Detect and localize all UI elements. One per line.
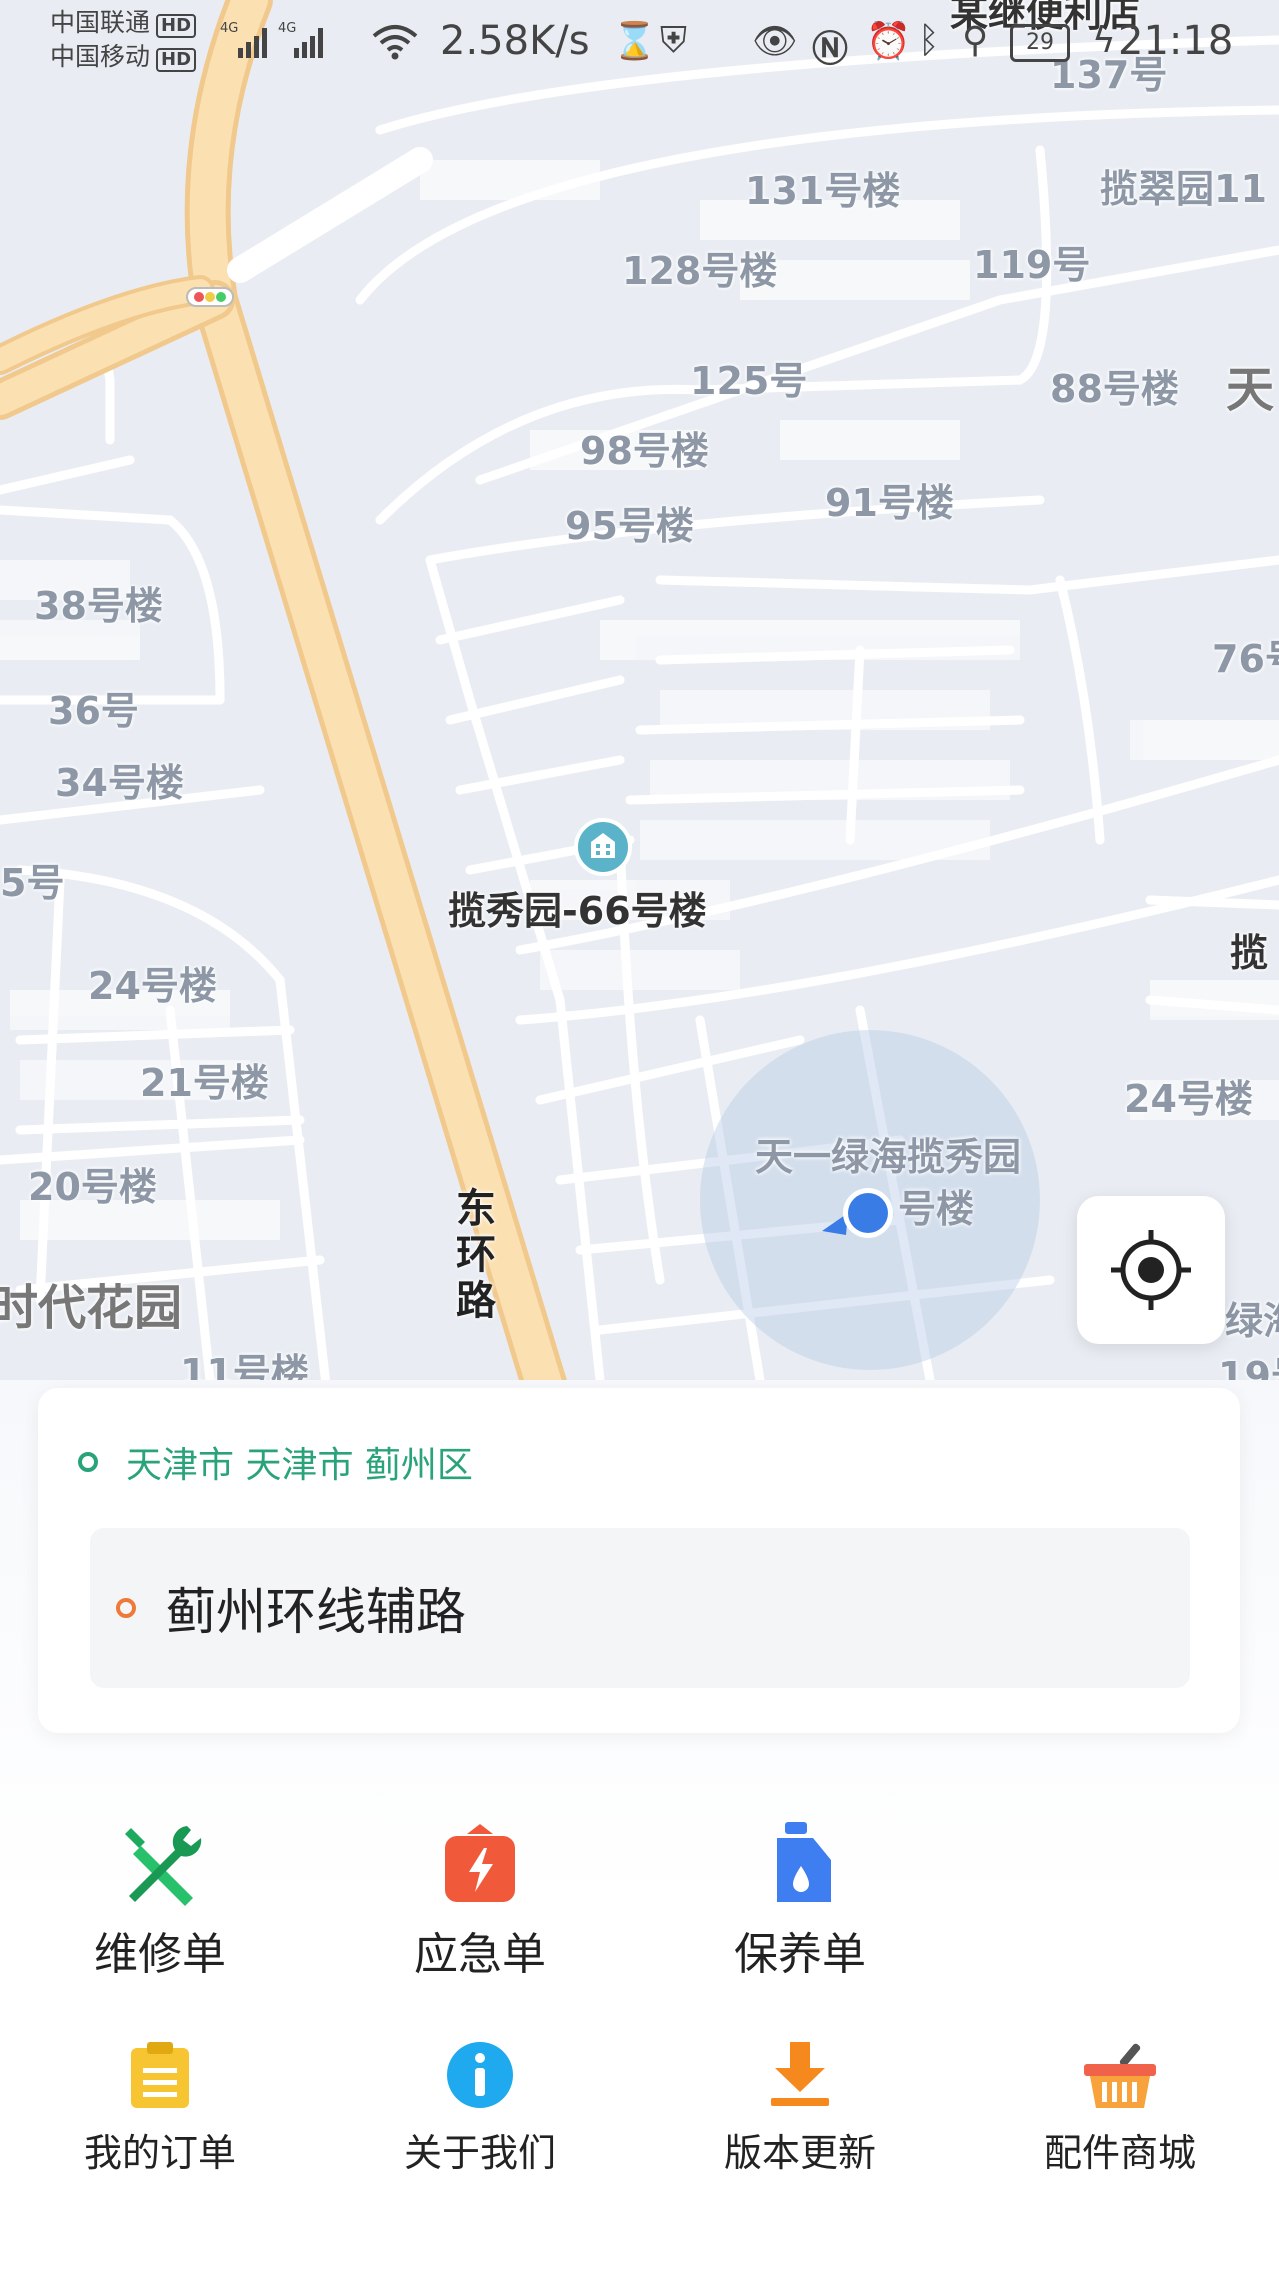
map-label: 时代花园	[0, 1280, 183, 1336]
menu-label: 我的订单	[83, 2131, 236, 2175]
shield-icon: ⛨	[660, 20, 688, 61]
crosshair-icon	[1111, 1230, 1191, 1310]
map-label: 21号楼	[140, 1061, 269, 1105]
locate-me-button[interactable]	[1077, 1196, 1225, 1344]
menu-label: 保养单	[734, 1929, 866, 1980]
location-pin-icon: ⚲	[962, 20, 989, 61]
traffic-light-icon	[186, 287, 234, 307]
bluetooth-icon: ᛒ	[918, 20, 940, 61]
destination-dot-icon	[116, 1598, 136, 1618]
map-label: 119号	[973, 243, 1091, 287]
to-address: 蓟州环线辅路	[166, 1583, 466, 1641]
download-icon	[771, 2042, 829, 2106]
menu-label: 应急单	[414, 1929, 546, 1980]
parts-mall-button[interactable]: 配件商城	[1000, 2040, 1240, 2177]
status-bar: 中国联通 HD 中国移动 HD 4G 4G 2.58K/s ⌛ ⛨ 👁 Ⓝ ⏰ ᛒ …	[0, 0, 1279, 80]
my-orders-button[interactable]: 我的订单	[40, 2040, 280, 2177]
map-label: 38号楼	[34, 584, 163, 628]
signal-icon: 4G 4G	[220, 21, 323, 58]
clipboard-icon	[131, 2042, 189, 2108]
map-label: 91号楼	[825, 481, 954, 525]
map-label: 76号	[1212, 637, 1279, 681]
location-arrow-icon	[822, 1188, 893, 1238]
clock: 21:18	[1118, 18, 1234, 64]
map-label: 20号楼	[28, 1165, 157, 1209]
about-us-button[interactable]: 关于我们	[360, 2040, 600, 2177]
menu-label: 关于我们	[403, 2131, 556, 2175]
eye-icon: 👁	[752, 21, 798, 62]
repair-order-button[interactable]: 维修单	[40, 1820, 280, 1982]
from-address-row[interactable]: 天津市 天津市 蓟州区	[78, 1432, 473, 1492]
map-label: 揽翠园11	[1100, 167, 1267, 211]
map-label: 128号楼	[622, 249, 778, 293]
oil-can-icon	[777, 1822, 831, 1902]
current-location-marker	[818, 1185, 898, 1245]
maintenance-order-button[interactable]: 保养单	[680, 1820, 920, 1982]
map-view[interactable]: 某继便利店 137号 131号楼 揽翠园11 128号楼 119号 125号 8…	[0, 0, 1279, 1420]
map-label: 88号楼	[1050, 367, 1179, 411]
map-label: 125号	[690, 359, 808, 403]
hourglass-icon: ⌛	[612, 21, 657, 62]
nfc-icon: Ⓝ	[812, 29, 849, 70]
menu-label: 版本更新	[723, 2131, 876, 2175]
menu-label: 维修单	[94, 1929, 226, 1980]
shopping-basket-icon	[1084, 2043, 1156, 2108]
map-label: 95号楼	[565, 504, 694, 548]
wrench-screwdriver-icon	[125, 1826, 202, 1906]
map-label: 揽	[1230, 931, 1269, 975]
map-label: 98号楼	[580, 429, 709, 473]
map-label: 24号楼	[1124, 1077, 1253, 1121]
from-address: 天津市 天津市 蓟州区	[126, 1445, 473, 1486]
emergency-bag-icon	[445, 1824, 515, 1902]
poi-marker[interactable]	[574, 818, 632, 876]
menu-label: 配件商城	[1043, 2131, 1196, 2175]
battery-icon: 29	[1010, 24, 1070, 62]
map-label: 34号楼	[55, 761, 184, 805]
alarm-icon: ⏰	[866, 21, 911, 62]
map-label: 24号楼	[88, 964, 217, 1008]
map-label: 131号楼	[745, 169, 901, 213]
net-speed: 2.58K/s	[440, 18, 590, 64]
road-label: 东环路	[456, 1186, 496, 1324]
map-label: 5号	[0, 861, 65, 905]
emergency-order-button[interactable]: 应急单	[360, 1820, 600, 1982]
building-icon	[591, 833, 615, 858]
svg-text:4G: 4G	[220, 21, 238, 36]
svg-text:4G: 4G	[278, 21, 296, 36]
info-icon	[447, 2042, 513, 2108]
to-address-field[interactable]: 蓟州环线辅路	[90, 1528, 1190, 1688]
carrier-info: 中国联通 HD 中国移动 HD	[50, 6, 197, 74]
charging-icon: ϟ	[1092, 20, 1116, 61]
map-label: 号楼	[898, 1187, 975, 1231]
map-label: 绿海	[1225, 1299, 1279, 1343]
map-label: 天	[1226, 362, 1275, 418]
origin-dot-icon	[78, 1452, 98, 1472]
version-update-button[interactable]: 版本更新	[680, 2040, 920, 2177]
poi-label[interactable]: 揽秀园-66号楼	[448, 880, 707, 935]
wifi-icon	[372, 25, 418, 60]
map-label: 天一绿海揽秀园	[755, 1135, 1022, 1179]
map-label: 36号	[48, 689, 139, 733]
